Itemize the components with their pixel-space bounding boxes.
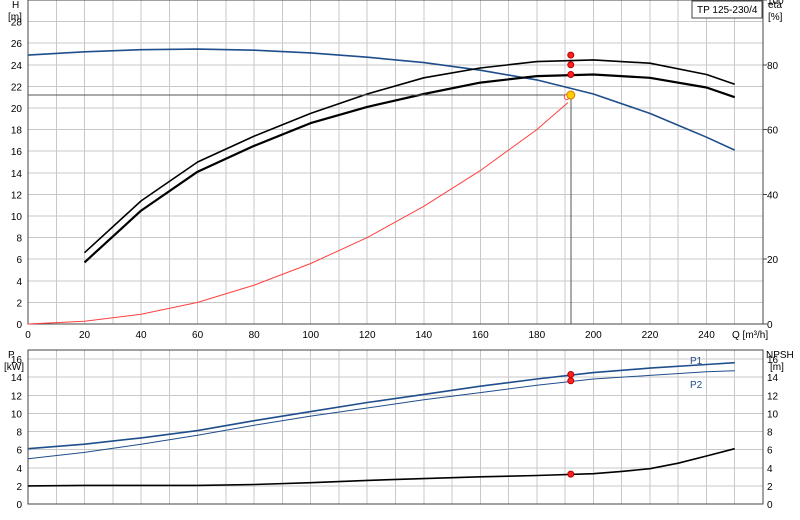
top-right-axis-label-2: [%] bbox=[768, 12, 783, 23]
bottom-right-tick-label: 14 bbox=[767, 373, 779, 384]
tick-labels: 0 20 40 60 80 100 120 140 160 180 200 220 2400246810… bbox=[11, 0, 784, 511]
x-tick-label: 100 bbox=[302, 330, 319, 341]
top-grid bbox=[28, 0, 763, 324]
top-left-tick-label: 26 bbox=[11, 39, 23, 50]
top-left-axis-label-1: H bbox=[12, 0, 19, 11]
eta-duty-marker bbox=[567, 51, 575, 59]
top-left-axis-label-2: [m] bbox=[8, 12, 22, 23]
top-series bbox=[27, 48, 736, 325]
top-right-tick-label: 20 bbox=[767, 255, 779, 266]
bottom-grid bbox=[28, 350, 763, 504]
bottom-left-tick-label: 6 bbox=[16, 446, 22, 457]
series-head-line bbox=[27, 48, 736, 151]
npsh-duty-marker bbox=[567, 470, 575, 478]
bottom-right-tick-label: 4 bbox=[767, 464, 773, 475]
eta-duty-marker bbox=[567, 71, 575, 79]
top-right-tick-label: 40 bbox=[767, 190, 779, 201]
bottom-left-tick-label: 14 bbox=[11, 373, 23, 384]
series-p2-line bbox=[27, 370, 735, 460]
bottom-right-tick-label: 6 bbox=[767, 446, 773, 457]
model-label: TP 125-230/4 bbox=[697, 5, 758, 16]
top-left-tick-label: 4 bbox=[16, 277, 22, 288]
top-left-tick-label: 14 bbox=[11, 169, 23, 180]
bottom-right-axis-label-2: [m] bbox=[770, 362, 784, 373]
x-tick-label: 0 bbox=[25, 330, 31, 341]
x-tick-label: 220 bbox=[642, 330, 659, 341]
bottom-right-axis-label-1: NPSH bbox=[766, 350, 794, 361]
top-right-tick-label: 80 bbox=[767, 61, 779, 72]
bottom-left-tick-label: 4 bbox=[16, 464, 22, 475]
series-eta_lower-line bbox=[83, 73, 736, 264]
x-tick-label: 200 bbox=[585, 330, 602, 341]
x-tick-label: 20 bbox=[79, 330, 91, 341]
top-left-tick-label: 24 bbox=[11, 61, 23, 72]
pump-performance-chart: 0 20 40 60 80 100 120 140 160 180 200 220 2400246810… bbox=[4, 0, 794, 511]
top-right-axis-label-1: eta bbox=[768, 0, 782, 11]
x-tick-label: 120 bbox=[359, 330, 376, 341]
top-left-tick-label: 10 bbox=[11, 212, 23, 223]
top-left-tick-label: 0 bbox=[16, 320, 22, 331]
top-left-tick-label: 18 bbox=[11, 126, 23, 137]
eta-duty-marker bbox=[567, 61, 575, 69]
x-tick-label: 240 bbox=[698, 330, 715, 341]
x-tick-label: 180 bbox=[529, 330, 546, 341]
model-label-box: TP 125-230/4 bbox=[691, 0, 763, 19]
duty-point-marker bbox=[566, 90, 576, 100]
bottom-left-tick-label: 0 bbox=[16, 500, 22, 511]
bottom-right-tick-label: 2 bbox=[767, 482, 773, 493]
bottom-left-tick-label: 8 bbox=[16, 428, 22, 439]
bottom-right-tick-label: 8 bbox=[767, 428, 773, 439]
x-axis-label: Q [m³/h] bbox=[732, 330, 768, 341]
p2-duty-marker bbox=[567, 377, 575, 385]
top-left-tick-label: 20 bbox=[11, 104, 23, 115]
bottom-right-tick-label: 0 bbox=[767, 500, 773, 511]
bottom-right-tick-label: 12 bbox=[767, 391, 779, 402]
series-label-p1: P1 bbox=[690, 356, 703, 367]
x-tick-label: 140 bbox=[415, 330, 432, 341]
top-left-tick-label: 6 bbox=[16, 255, 22, 266]
p1-duty-marker bbox=[567, 370, 575, 378]
x-tick-label: 40 bbox=[136, 330, 148, 341]
bottom-left-tick-label: 2 bbox=[16, 482, 22, 493]
top-left-tick-label: 22 bbox=[11, 82, 23, 93]
top-left-tick-label: 8 bbox=[16, 234, 22, 245]
x-tick-label: 80 bbox=[249, 330, 261, 341]
top-left-tick-label: 12 bbox=[11, 190, 23, 201]
bottom-left-tick-label: 10 bbox=[11, 409, 23, 420]
bottom-left-tick-label: 12 bbox=[11, 391, 23, 402]
top-left-tick-label: 2 bbox=[16, 298, 22, 309]
series-system-line bbox=[27, 102, 569, 325]
bottom-left-axis-label-2: [kW] bbox=[4, 362, 24, 373]
top-left-tick-label: 16 bbox=[11, 147, 23, 158]
series-label-p2: P2 bbox=[690, 380, 703, 391]
top-right-tick-label: 60 bbox=[767, 126, 779, 137]
series-eta_upper-line bbox=[83, 59, 735, 254]
x-tick-label: 60 bbox=[192, 330, 204, 341]
bottom-right-tick-label: 10 bbox=[767, 409, 779, 420]
bottom-left-axis-label-1: P bbox=[8, 350, 15, 361]
x-tick-label: 160 bbox=[472, 330, 489, 341]
